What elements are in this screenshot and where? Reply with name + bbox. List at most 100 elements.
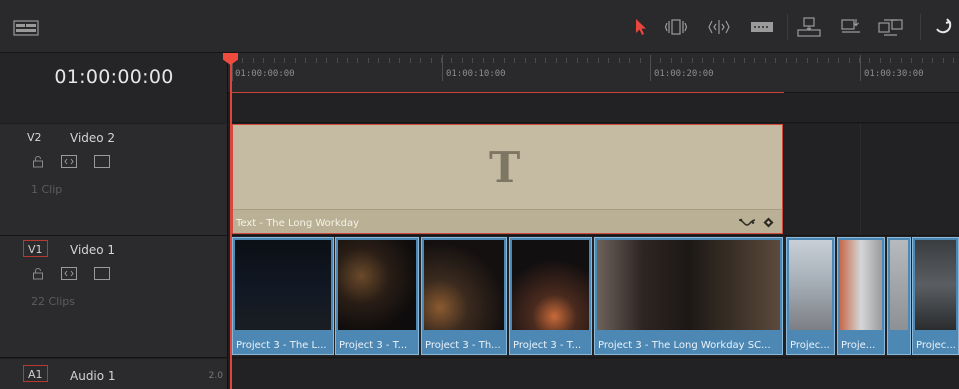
- auto-select-icon[interactable]: [61, 155, 77, 168]
- ruler-tick: [535, 58, 536, 63]
- clip-name: Projec...: [790, 340, 830, 351]
- ruler-tick: [932, 58, 933, 63]
- ruler-tick: [587, 58, 588, 63]
- insert-clip-icon[interactable]: [797, 17, 821, 37]
- track-name-v1[interactable]: Video 1: [70, 243, 115, 257]
- video-clip[interactable]: Project 3 - T...: [509, 237, 592, 355]
- text-generator-icon: T: [489, 143, 521, 192]
- ruler-tick: [389, 58, 390, 63]
- ruler-tick: [263, 58, 264, 63]
- ruler-tick: [817, 58, 818, 63]
- ruler-label: 01:00:00:00: [235, 69, 295, 79]
- ruler-label: 01:00:30:00: [864, 69, 924, 79]
- ruler-tick: [504, 58, 505, 63]
- ruler-tick: [692, 58, 693, 63]
- lock-icon[interactable]: [32, 268, 44, 280]
- ruler-tick: [451, 58, 452, 63]
- keyframe-icon[interactable]: [763, 217, 774, 228]
- auto-select-icon[interactable]: [61, 267, 77, 280]
- ruler-tick: [681, 58, 682, 63]
- ruler-tick: [347, 58, 348, 63]
- ruler-tick: [796, 58, 797, 63]
- ruler-tick: [640, 58, 641, 63]
- ruler-tick: [943, 58, 944, 63]
- ruler-tick: [316, 58, 317, 63]
- timecode-panel: 01:00:00:00: [0, 53, 228, 123]
- ruler-tick: [431, 58, 432, 63]
- ruler-tick: [577, 58, 578, 63]
- video-clip[interactable]: Projec...: [786, 237, 835, 355]
- ruler-tick: [953, 58, 954, 63]
- track-name-a1[interactable]: Audio 1: [70, 369, 116, 383]
- timeline-view-icon[interactable]: [13, 18, 39, 38]
- ruler-tick: [305, 58, 306, 63]
- track-header-v1[interactable]: V1 Video 1 22 Clips: [0, 236, 228, 358]
- video-clip[interactable]: Project 3 - T...: [335, 237, 419, 355]
- ruler-tick: [660, 58, 661, 63]
- ruler-tick: [410, 58, 411, 63]
- ruler-tick: [420, 58, 421, 63]
- track-badge-v1[interactable]: V1: [23, 240, 48, 257]
- video-clip[interactable]: [887, 237, 911, 355]
- ruler-tick: [378, 58, 379, 63]
- clip-name: Projec...: [916, 340, 956, 351]
- ruler-tick: [786, 58, 787, 63]
- clip-name: Project 3 - Th...: [425, 340, 501, 351]
- undo-icon[interactable]: [933, 17, 953, 37]
- curve-icon[interactable]: [738, 216, 756, 228]
- ruler-tick: [838, 58, 839, 63]
- timecode-display[interactable]: 01:00:00:00: [0, 61, 228, 93]
- ruler-tick: [326, 58, 327, 63]
- track-header-v2[interactable]: V2 Video 2 1 Clip: [0, 124, 228, 236]
- track-enable-icon[interactable]: [94, 155, 110, 168]
- timeline-toolbar: [0, 0, 959, 53]
- ruler-tick: [734, 58, 735, 63]
- track-badge-a1[interactable]: A1: [23, 365, 48, 382]
- clip-name: Proje...: [841, 340, 876, 351]
- ruler-tick: [880, 58, 881, 63]
- ruler-tick: [671, 58, 672, 63]
- ruler-tick: [493, 58, 494, 63]
- ruler-tick: [462, 58, 463, 63]
- trim-edit-icon[interactable]: [665, 17, 687, 37]
- video-clip[interactable]: Proje...: [837, 237, 885, 355]
- ruler-tick: [775, 58, 776, 63]
- video-clip[interactable]: Project 3 - The L...: [232, 237, 334, 355]
- ruler-tick: [911, 58, 912, 63]
- ruler-tick: [472, 58, 473, 63]
- blade-icon[interactable]: [750, 17, 774, 37]
- ruler-tick: [713, 58, 714, 63]
- ruler-tick: [922, 58, 923, 63]
- ruler-tick: [869, 58, 870, 63]
- audio-channel-format: 2.0: [208, 371, 223, 381]
- replace-clip-icon[interactable]: [878, 17, 904, 37]
- video-clip[interactable]: Project 3 - Th...: [421, 237, 507, 355]
- clip-name: Project 3 - The L...: [236, 340, 327, 351]
- video-clip[interactable]: Projec...: [912, 237, 959, 355]
- selection-pointer-icon[interactable]: [634, 17, 648, 37]
- ruler-tick: [357, 58, 358, 63]
- playhead-line[interactable]: [230, 60, 232, 389]
- ruler-tick: [483, 58, 484, 63]
- ruler-tick: [368, 58, 369, 63]
- clip-thumbnail: [338, 240, 416, 330]
- track-badge-v2[interactable]: V2: [23, 129, 46, 146]
- video-clip[interactable]: Project 3 - The Long Workday SC...: [594, 237, 783, 355]
- overwrite-clip-icon[interactable]: [840, 17, 862, 37]
- lock-icon[interactable]: [32, 156, 44, 168]
- track-name-v2[interactable]: Video 2: [70, 131, 115, 145]
- title-clip[interactable]: T Text - The Long Workday: [232, 124, 783, 234]
- timeline-ruler[interactable]: 01:00:00:00 01:00:10:00 01:00:20:00 01:0…: [228, 53, 959, 93]
- dynamic-trim-icon[interactable]: [708, 17, 730, 37]
- ruler-tick: [441, 58, 442, 63]
- clip-thumbnail: [424, 240, 504, 330]
- ruler-label: 01:00:20:00: [654, 69, 714, 79]
- clip-count-v2: 1 Clip: [31, 183, 63, 196]
- ruler-tick: [765, 58, 766, 63]
- ruler-tick: [619, 58, 620, 63]
- track-lane-a1[interactable]: [229, 359, 959, 389]
- track-enable-icon[interactable]: [94, 267, 110, 280]
- track-header-a1[interactable]: A1 Audio 1 2.0: [0, 359, 228, 389]
- ruler-tick: [890, 58, 891, 63]
- ruler-tick: [849, 58, 850, 63]
